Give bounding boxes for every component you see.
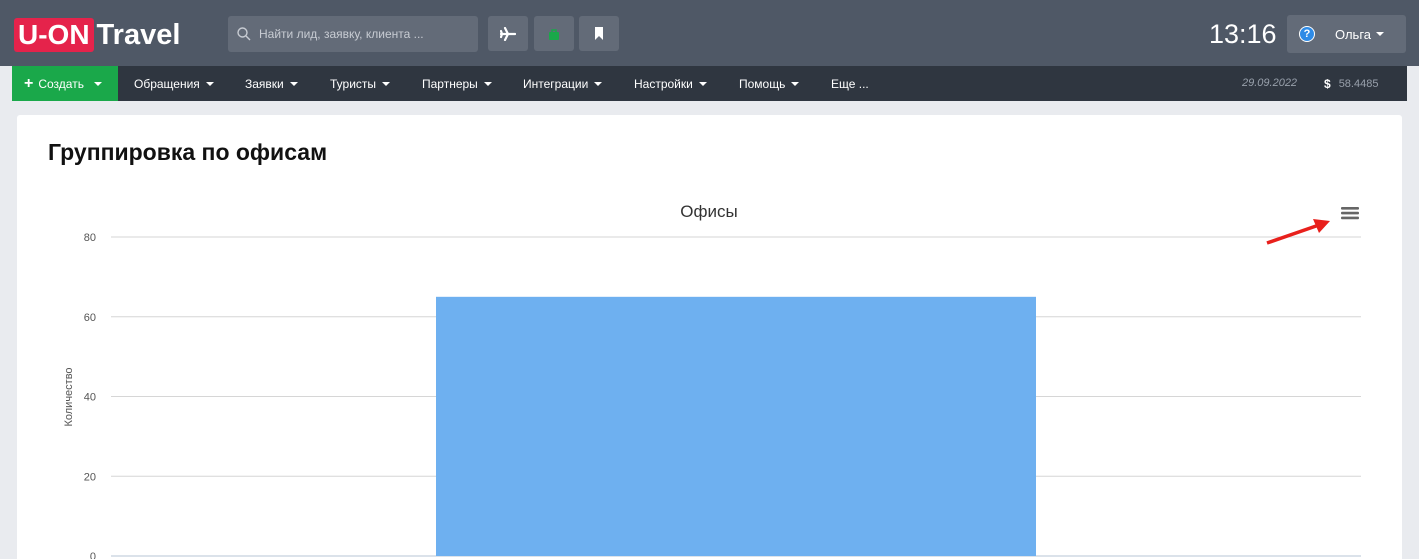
airplane-icon — [500, 26, 516, 41]
nav-item-integrations[interactable]: Интеграции — [523, 66, 603, 101]
nav-item-label: Обращения — [134, 76, 200, 91]
chart-bar[interactable] — [436, 296, 1036, 556]
chevron-down-icon — [791, 81, 800, 86]
search-icon — [237, 27, 251, 41]
bookmarks-button[interactable] — [579, 16, 619, 51]
y-tick-label: 20 — [84, 471, 96, 483]
nav-item-more[interactable]: Еще ... — [831, 66, 869, 101]
y-tick-label: 0 — [90, 551, 96, 559]
y-axis-ticks: 0 20 40 60 80 — [84, 232, 96, 559]
nav-item-label: Настройки — [634, 76, 693, 91]
chevron-down-icon — [382, 81, 391, 86]
nav-item-label: Туристы — [330, 76, 377, 91]
user-menu-button[interactable]: ? Ольга — [1287, 15, 1406, 53]
search-input[interactable] — [251, 16, 478, 52]
nav-item-help[interactable]: Помощь — [739, 66, 800, 101]
bag-icon — [549, 28, 559, 40]
flights-button[interactable] — [488, 16, 528, 51]
offices-bar-chart: Офисы Количество 0 20 40 60 80 — [63, 202, 1361, 559]
nav-item-label: Партнеры — [422, 76, 478, 91]
help-icon[interactable]: ? — [1299, 26, 1315, 42]
main-nav: + Создать Обращения Заявки Туристы Партн… — [12, 66, 1407, 101]
nav-item-orders[interactable]: Заявки — [245, 66, 298, 101]
current-date: 29.09.2022 — [1242, 77, 1298, 89]
create-label: Создать — [38, 76, 84, 91]
report-card: Группировка по офисам Офисы Количество 0… — [17, 115, 1402, 559]
chevron-down-icon — [1376, 32, 1385, 36]
tours-button[interactable] — [534, 16, 574, 51]
top-header: U-ON Travel 13:16 ? Ольга — [0, 0, 1419, 66]
bookmark-icon — [595, 27, 603, 40]
logo-mark: U-ON — [14, 18, 94, 52]
nav-item-requests[interactable]: Обращения — [134, 66, 214, 101]
search-box — [228, 16, 478, 52]
y-tick-label: 80 — [84, 232, 96, 244]
nav-item-tourists[interactable]: Туристы — [330, 66, 391, 101]
chevron-down-icon — [289, 81, 298, 86]
chart-menu-icon[interactable] — [1341, 205, 1359, 221]
nav-item-label: Заявки — [245, 76, 284, 91]
logo-text: Travel — [96, 19, 181, 51]
user-name: Ольга — [1335, 26, 1372, 42]
nav-item-label: Помощь — [739, 76, 786, 91]
chevron-down-icon — [93, 81, 102, 86]
nav-item-label: Интеграции — [523, 76, 589, 91]
y-tick-label: 40 — [84, 392, 96, 404]
rate-value: 58.4485 — [1338, 77, 1379, 90]
chevron-down-icon — [698, 81, 707, 86]
currency-rate: $ 58.4485 — [1324, 66, 1378, 101]
y-axis-label: Количество — [63, 367, 75, 426]
create-button[interactable]: + Создать — [12, 66, 118, 101]
chart-title: Офисы — [680, 202, 737, 221]
chevron-down-icon — [594, 81, 603, 86]
chevron-down-icon — [483, 81, 492, 86]
chart-bars — [436, 296, 1036, 556]
dollar-icon: $ — [1324, 76, 1331, 91]
annotation-arrow — [1266, 219, 1330, 245]
chevron-down-icon — [205, 81, 214, 86]
clock: 13:16 — [1209, 19, 1277, 49]
nav-item-settings[interactable]: Настройки — [634, 66, 707, 101]
nav-item-label: Еще ... — [831, 76, 869, 91]
logo[interactable]: U-ON Travel — [14, 17, 180, 53]
y-tick-label: 60 — [84, 312, 96, 324]
plus-icon: + — [24, 74, 34, 92]
nav-item-partners[interactable]: Партнеры — [422, 66, 492, 101]
